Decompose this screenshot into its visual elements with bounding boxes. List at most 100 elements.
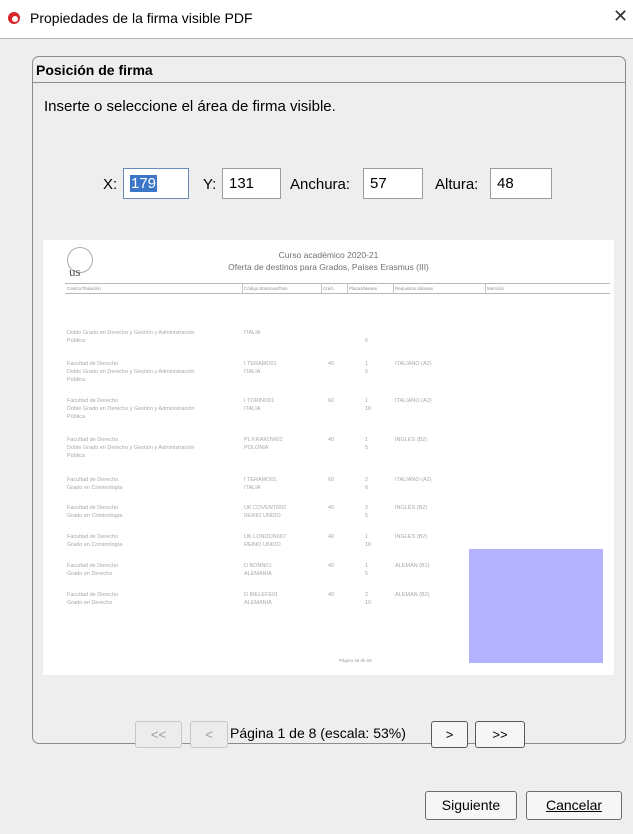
table-cell: Doble Grado en Derecho y Gestión y Admin…: [67, 406, 195, 412]
table-cell: Grado en Criminología: [67, 513, 123, 519]
table-col-divider: [485, 284, 486, 293]
table-cell: INGLÉS (B2): [395, 437, 428, 443]
table-cell: 1: [365, 361, 369, 367]
next-page-button[interactable]: >: [431, 721, 468, 748]
table-col-divider: [347, 284, 348, 293]
table-cell: Facultad de Derecho: [67, 534, 119, 540]
preview-title: Curso académico 2020-21: [278, 250, 379, 260]
table-cell: ALEMANIA: [244, 600, 272, 606]
signature-area[interactable]: [469, 549, 603, 663]
table-cell: Facultad de Derecho: [67, 398, 119, 404]
width-label: Anchura:: [290, 176, 351, 193]
table-cell: Facultad de Derecho: [67, 505, 119, 511]
table-cell: Grado en Derecho: [67, 600, 113, 606]
x-label: X:: [103, 176, 118, 193]
table-cell: Pública: [67, 338, 86, 344]
table-cell: 1: [365, 398, 369, 404]
table-rule-top: [65, 283, 610, 284]
table-cell: 5: [365, 445, 369, 451]
table-cell: 10: [365, 542, 372, 548]
table-cell: Facultad de Derecho: [67, 592, 119, 598]
page-preview[interactable]: us Curso académico 2020-21 Oferta de des…: [43, 240, 614, 675]
cancel-button[interactable]: Cancelar: [526, 791, 622, 820]
table-cell: 60: [328, 477, 335, 483]
table-cell: 2: [365, 505, 369, 511]
cancel-button-label: Cancelar: [545, 797, 603, 813]
table-cell: Pública: [67, 453, 86, 459]
table-cell: 10: [365, 406, 372, 412]
table-header: Plazas/Meses: [349, 286, 378, 291]
table-cell: 40: [328, 563, 335, 569]
table-cell: D BIELEFE01: [244, 592, 279, 598]
table-cell: ALEMANIA: [244, 571, 272, 577]
table-cell: D BONN01: [244, 563, 272, 569]
table-cell: ITALIANO (A2): [395, 398, 432, 404]
table-cell: REINO UNIDO: [244, 513, 281, 519]
next-button[interactable]: Siguiente: [425, 791, 517, 820]
table-cell: Doble Grado en Derecho y Gestión y Admin…: [67, 445, 195, 451]
table-header: Centro/Titulación: [67, 286, 101, 291]
table-cell: 1: [365, 534, 369, 540]
table-header: Requisitos Idiomas: [395, 286, 434, 291]
table-cell: Pública: [67, 377, 86, 383]
table-cell: ITALIA: [244, 330, 261, 336]
table-col-divider: [393, 284, 394, 293]
table-cell: 1: [365, 563, 369, 569]
height-label: Altura:: [435, 176, 479, 193]
table-cell: Pública: [67, 414, 86, 420]
table-cell: Doble Grado en Derecho y Gestión y Admin…: [67, 330, 195, 336]
table-cell: ALEMÁN (B1): [395, 563, 430, 569]
last-page-button[interactable]: >>: [475, 721, 525, 748]
table-cell: Doble Grado en Derecho y Gestión y Admin…: [67, 369, 195, 375]
table-cell: I TERAMO01: [244, 477, 277, 483]
table-cell: UK COVENTR02: [244, 505, 287, 511]
table-cell: Facultad de Derecho: [67, 361, 119, 367]
dialog-body: Posición de firma Inserte o seleccione e…: [0, 38, 633, 834]
table-col-divider: [242, 284, 243, 293]
table-cell: 6: [365, 485, 369, 491]
y-label: Y:: [203, 176, 217, 193]
window-title: Propiedades de la firma visible PDF: [30, 10, 253, 26]
table-header: Créd.: [323, 286, 335, 291]
table-cell: 40: [328, 534, 335, 540]
table-cell: INGLÉS (B2): [395, 505, 428, 511]
table-cell: 2: [365, 592, 369, 598]
table-cell: UK LONDON067: [244, 534, 286, 540]
signature-position-group: Posición de firma Inserte o seleccione e…: [32, 56, 626, 748]
table-cell: Facultad de Derecho: [67, 437, 119, 443]
table-cell: INGLÉS (B2): [395, 534, 428, 540]
height-field[interactable]: 48: [490, 168, 552, 199]
first-page-button[interactable]: <<: [135, 721, 182, 748]
table-cell: ITALIA: [244, 406, 261, 412]
group-title: Posición de firma: [36, 62, 153, 78]
preview-subtitle: Oferta de destinos para Grados, Países E…: [228, 262, 429, 272]
close-icon[interactable]: ✕: [613, 6, 628, 26]
table-cell: 40: [328, 361, 335, 367]
x-value: 179: [130, 175, 158, 192]
table-cell: Grado en Derecho: [67, 571, 113, 577]
table-cell: I TORINO01: [244, 398, 275, 404]
table-cell: 6: [365, 369, 369, 375]
table-cell: Grado en Criminología: [67, 542, 123, 548]
table-cell: ITALIANO (A2): [395, 361, 432, 367]
table-cell: 5: [365, 571, 369, 577]
group-divider: [33, 82, 625, 83]
page-indicator: Página 1 de 8 (escala: 53%): [230, 725, 406, 741]
acrobat-icon: [8, 12, 20, 24]
title-bar: Propiedades de la firma visible PDF ✕: [0, 0, 633, 38]
table-cell: ITALIANO (A2): [395, 477, 432, 483]
table-cell: 6: [365, 338, 369, 344]
width-field[interactable]: 57: [363, 168, 423, 199]
table-cell: 1: [365, 437, 369, 443]
instruction-text: Inserte o seleccione el área de firma vi…: [44, 98, 336, 115]
table-header: Mención: [487, 286, 505, 291]
table-cell: REINO UNIDO: [244, 542, 281, 548]
x-field[interactable]: 179: [123, 168, 189, 199]
table-cell: 40: [328, 437, 335, 443]
prev-page-button[interactable]: <: [190, 721, 228, 748]
table-cell: ITALIA: [244, 485, 261, 491]
table-cell: PL KRAKOW01: [244, 437, 283, 443]
table-cell: 10: [365, 600, 372, 606]
table-cell: Facultad de Derecho: [67, 477, 119, 483]
y-field[interactable]: 131: [222, 168, 281, 199]
